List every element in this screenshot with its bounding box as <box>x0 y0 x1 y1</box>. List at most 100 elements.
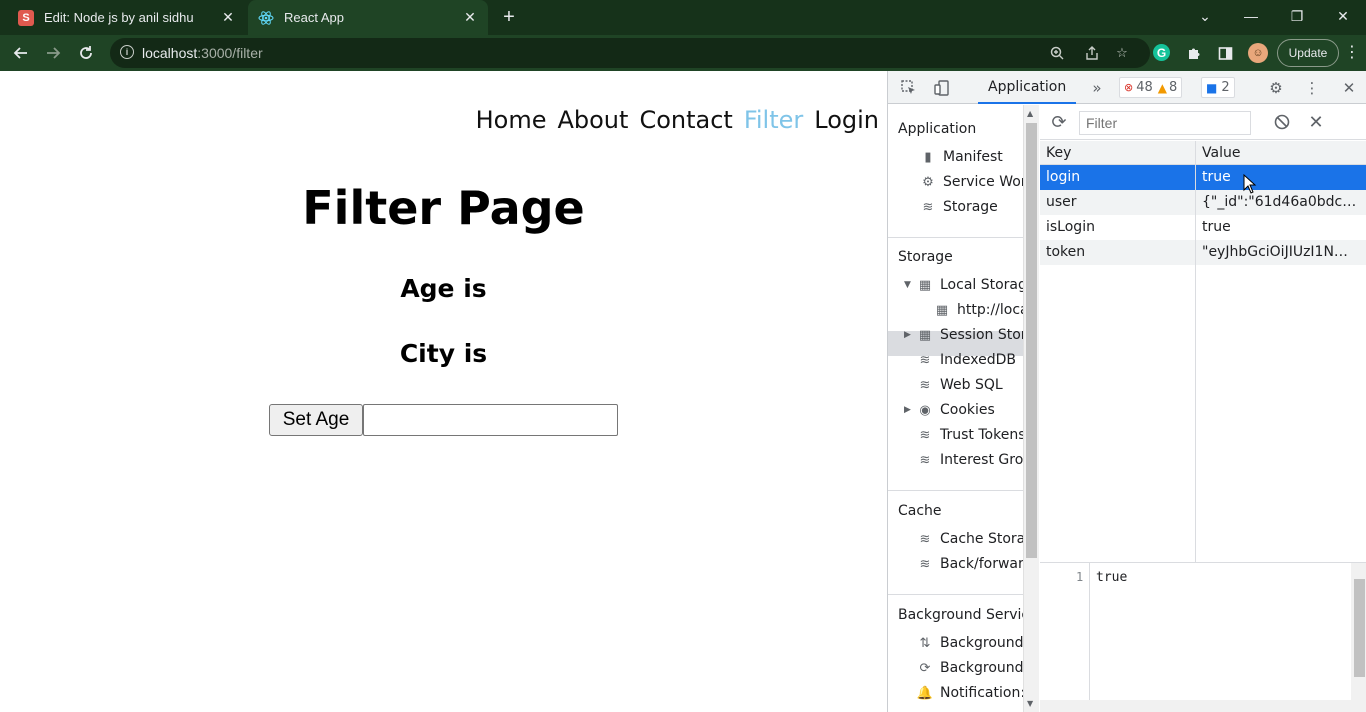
expanded-arrow-icon[interactable]: ▼ <box>904 280 914 290</box>
error-icon: ⊗ <box>1124 81 1134 94</box>
scrollbar-thumb[interactable] <box>1354 579 1365 677</box>
restore-button[interactable]: ❐ <box>1274 0 1320 32</box>
share-icon[interactable] <box>1082 43 1102 63</box>
database-icon: ≋ <box>919 427 931 443</box>
sidebar-item-service-workers[interactable]: ⚙ Service Wor <box>920 174 1023 190</box>
grammarly-extension-icon[interactable]: G <box>1153 44 1170 61</box>
profile-avatar[interactable]: ☺ <box>1248 43 1268 63</box>
table-row[interactable]: user {"_id":"61d46a0bdc… <box>1040 190 1366 215</box>
update-button[interactable]: Update <box>1277 39 1339 67</box>
up-down-arrows-icon: ⇅ <box>919 635 931 651</box>
tab-close-icon[interactable]: ✕ <box>462 9 478 26</box>
extensions-puzzle-icon[interactable] <box>1183 42 1205 64</box>
sidebar-item-websql[interactable]: ≋ Web SQL <box>917 377 1003 393</box>
table-row[interactable]: isLogin true <box>1040 215 1366 240</box>
sidebar-item-session-storage[interactable]: ▶ ▦ Session Stor <box>904 327 1023 343</box>
sidebar-item-local-storage[interactable]: ▼ ▦ Local Storag <box>904 277 1023 293</box>
inspect-element-icon[interactable] <box>898 77 920 99</box>
close-devtools-icon[interactable]: ✕ <box>1338 77 1360 99</box>
bookmark-star-icon[interactable]: ☆ <box>1112 43 1132 63</box>
database-icon: ≋ <box>919 352 931 368</box>
side-panel-icon[interactable] <box>1214 42 1236 64</box>
database-icon: ≋ <box>919 452 931 468</box>
mouse-cursor-icon <box>1243 174 1257 194</box>
reload-icon[interactable] <box>73 40 99 66</box>
sidebar-item-indexeddb[interactable]: ≋ IndexedDB <box>917 352 1016 368</box>
chrome-menu-icon[interactable]: ⋮ <box>1344 42 1360 62</box>
minimize-button[interactable]: — <box>1228 0 1274 32</box>
scroll-down-icon[interactable]: ▼ <box>1027 699 1033 708</box>
zoom-icon[interactable] <box>1047 43 1067 63</box>
sidebar-item-storage[interactable]: ≋ Storage <box>920 199 998 215</box>
filter-input[interactable] <box>1079 111 1251 135</box>
close-window-button[interactable]: ✕ <box>1320 0 1366 32</box>
column-divider <box>1195 141 1196 563</box>
scroll-up-icon[interactable]: ▲ <box>1027 109 1033 118</box>
database-icon: ≋ <box>919 556 931 572</box>
set-age-button[interactable]: Set Age <box>269 404 363 436</box>
section-application: Application <box>898 121 977 137</box>
nav-contact-link[interactable]: Contact <box>639 106 732 134</box>
sidebar-item-cache-storage[interactable]: ≋ Cache Stora <box>917 531 1023 547</box>
divider <box>888 594 1023 595</box>
collapsed-arrow-icon[interactable]: ▶ <box>904 330 914 340</box>
nav-login-link[interactable]: Login <box>814 106 879 134</box>
tab-strip: S Edit: Node js by anil sidhu ✕ React Ap… <box>0 0 1366 35</box>
sidebar-item-back-forward-cache[interactable]: ≋ Back/forwar <box>917 556 1023 572</box>
age-input[interactable] <box>363 404 618 436</box>
sidebar-item-background-sync[interactable]: ⟳ Background <box>917 660 1023 676</box>
database-icon: ≋ <box>919 531 931 547</box>
tab-search-icon[interactable]: ⌄ <box>1182 0 1228 32</box>
collapsed-arrow-icon[interactable]: ▶ <box>904 405 914 415</box>
tab-close-icon[interactable]: ✕ <box>220 9 236 26</box>
tab-application[interactable]: Application <box>978 71 1077 104</box>
preview-scrollbar[interactable] <box>1351 563 1366 703</box>
sidebar-scrollbar[interactable]: ▲ ▼ <box>1023 105 1039 712</box>
top-nav: Home About Contact Filter Login <box>465 106 879 134</box>
cookie-icon: ◉ <box>919 402 931 418</box>
database-icon: ≋ <box>919 377 931 393</box>
address-bar[interactable]: i localhost:3000/filter ☆ <box>110 38 1150 68</box>
tab-react-app[interactable]: React App ✕ <box>248 0 488 35</box>
browser-toolbar: i localhost:3000/filter ☆ G ☺ Update ⋮ <box>0 35 1366 71</box>
devtools-menu-icon[interactable]: ⋮ <box>1301 77 1323 99</box>
sidebar-item-cookies[interactable]: ▶ ◉ Cookies <box>904 402 995 418</box>
device-toolbar-icon[interactable] <box>931 77 953 99</box>
application-sidebar: Application ▮ Manifest ⚙ Service Wor ≋ Stor… <box>888 105 1023 712</box>
issues-counter[interactable]: ⊗ 48 ▲ 8 <box>1119 77 1183 98</box>
column-key-header[interactable]: Key <box>1046 145 1191 161</box>
table-row[interactable]: login true <box>1040 165 1366 190</box>
site-info-icon[interactable]: i <box>120 45 134 59</box>
more-tabs-icon[interactable]: » <box>1086 77 1108 99</box>
column-value-header[interactable]: Value <box>1202 145 1362 161</box>
section-background-services: Background Servic <box>898 607 1023 623</box>
refresh-icon[interactable]: ⟳ <box>1048 111 1070 133</box>
nav-home-link[interactable]: Home <box>476 106 547 134</box>
forward-arrow-icon[interactable] <box>40 40 66 66</box>
line-number: 1 <box>1076 570 1084 584</box>
new-tab-button[interactable]: + <box>498 6 520 28</box>
settings-gear-icon[interactable]: ⚙ <box>1265 77 1287 99</box>
local-storage-table: Key Value login true user {"_id":"61d46a… <box>1040 141 1366 563</box>
back-arrow-icon[interactable] <box>8 40 34 66</box>
sidebar-item-local-origin[interactable]: ▦ http://loca <box>934 302 1023 318</box>
react-app-page: Home About Contact Filter Login Filter P… <box>0 71 887 712</box>
delete-selected-icon[interactable]: ✕ <box>1305 111 1327 133</box>
sidebar-item-interest-groups[interactable]: ≋ Interest Gro <box>917 452 1023 468</box>
tab-edit-node-js[interactable]: S Edit: Node js by anil sidhu ✕ <box>8 0 246 35</box>
nav-filter-link[interactable]: Filter <box>744 106 803 134</box>
sidebar-item-manifest[interactable]: ▮ Manifest <box>920 149 1002 165</box>
table-header: Key Value <box>1040 141 1366 165</box>
horizontal-scrollbar[interactable] <box>1040 700 1366 712</box>
sidebar-item-trust-tokens[interactable]: ≋ Trust Tokens <box>917 427 1023 443</box>
nav-about-link[interactable]: About <box>557 106 628 134</box>
table-row[interactable]: token "eyJhbGciOiJIUzI1N… <box>1040 240 1366 265</box>
sidebar-item-notifications[interactable]: 🔔 Notification: <box>917 685 1023 701</box>
sidebar-item-background-fetch[interactable]: ⇅ Background <box>917 635 1023 651</box>
scrollbar-thumb[interactable] <box>1026 123 1037 558</box>
message-icon: ■ <box>1206 80 1218 95</box>
clear-all-icon[interactable] <box>1271 111 1293 133</box>
messages-counter[interactable]: ■ 2 <box>1201 77 1235 98</box>
storage-toolbar: ⟳ ✕ <box>1040 105 1366 140</box>
page-title: Filter Page <box>302 181 585 235</box>
